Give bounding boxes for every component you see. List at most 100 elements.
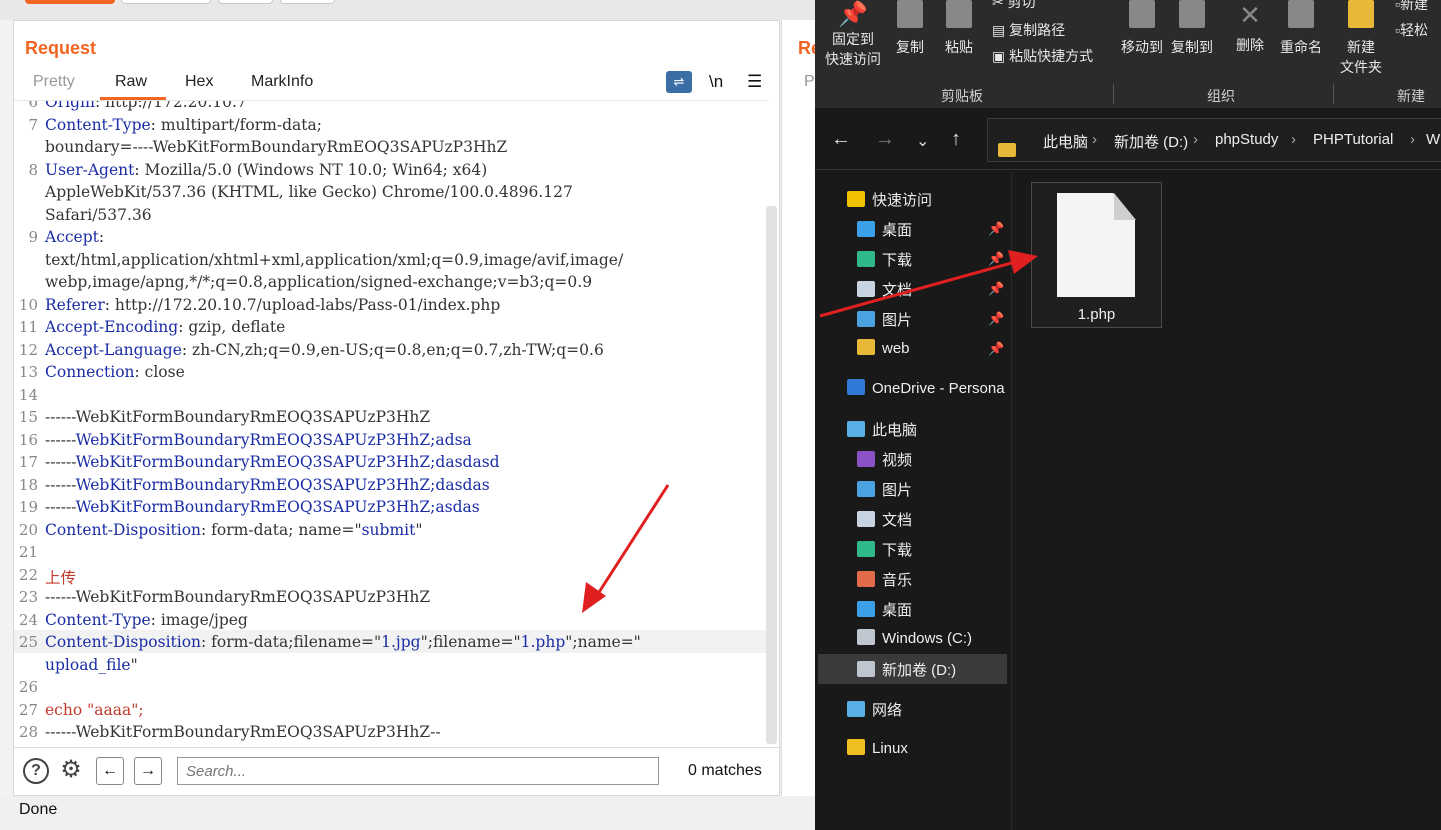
copy-button[interactable]: 复制 bbox=[893, 0, 927, 57]
code-token: webp,image/apng,*/*;q=0.8,application/si… bbox=[45, 273, 593, 291]
code-line: 上传 bbox=[45, 566, 76, 588]
recent-locations-chevron-icon[interactable]: ⌄ bbox=[916, 131, 929, 151]
new-item-button[interactable]: ▫新建 bbox=[1395, 0, 1428, 14]
search-input[interactable] bbox=[177, 757, 659, 785]
code-line: Content-Type: image/jpeg bbox=[45, 611, 248, 629]
code-line: ------WebKitFormBoundaryRmEOQ3SAPUzP3HhZ… bbox=[45, 476, 490, 494]
copy-to-button[interactable]: 复制到 bbox=[1169, 0, 1215, 57]
code-line: boundary=----WebKitFormBoundaryRmEOQ3SAP… bbox=[45, 138, 507, 156]
tab-markinfo[interactable]: MarkInfo bbox=[251, 73, 313, 91]
tree-item[interactable]: 桌面 bbox=[857, 599, 912, 620]
pin-quick-access-button[interactable]: 📌 固定到 快速访问 bbox=[823, 0, 883, 69]
tree-item[interactable]: 视频 bbox=[857, 449, 912, 470]
tree-item[interactable]: web bbox=[857, 339, 910, 357]
top-button-3[interactable] bbox=[218, 0, 273, 4]
tree-item[interactable]: 网络 bbox=[847, 699, 902, 720]
line-number: 20 bbox=[18, 520, 38, 539]
tree-item[interactable]: 文档 bbox=[857, 509, 912, 530]
tab-pretty[interactable]: Pretty bbox=[33, 73, 75, 91]
code-line: Connection: close bbox=[45, 363, 185, 381]
back-icon[interactable]: ← bbox=[831, 128, 851, 151]
newline-toggle[interactable]: \n bbox=[709, 72, 723, 92]
breadcrumb-item[interactable]: W bbox=[1426, 131, 1440, 148]
pin-icon[interactable]: 📌 bbox=[988, 251, 1004, 267]
tree-item[interactable]: Windows (C:) bbox=[857, 629, 972, 647]
next-match-button[interactable]: → bbox=[134, 757, 162, 785]
code-token: : http://172.20.10.7/upload-labs/Pass-01… bbox=[104, 295, 501, 314]
rename-button[interactable]: 重命名 bbox=[1277, 0, 1325, 57]
file-item[interactable]: 1.php bbox=[1031, 182, 1162, 328]
file-name: 1.php bbox=[1077, 306, 1116, 323]
code-token: : close bbox=[134, 363, 185, 381]
code-token: AppleWebKit/537.36 (KHTML, like Gecko) C… bbox=[45, 183, 573, 201]
top-button-4[interactable] bbox=[280, 0, 335, 4]
line-number: 15 bbox=[18, 408, 38, 426]
code-token: Accept bbox=[45, 228, 99, 246]
delete-button[interactable]: ✕ 删除 bbox=[1233, 0, 1267, 55]
easy-access-button[interactable]: ▫轻松 bbox=[1395, 20, 1428, 40]
tree-item[interactable]: 下载 bbox=[857, 249, 912, 270]
paste-shortcut-button[interactable]: ▣ 粘贴快捷方式 bbox=[992, 46, 1093, 66]
code-token: 上传 bbox=[45, 568, 77, 587]
tree-item[interactable]: OneDrive - Persona bbox=[847, 379, 1005, 397]
tree-item[interactable]: 此电脑 bbox=[847, 419, 917, 440]
tree-item[interactable]: 新加卷 (D:) bbox=[857, 659, 956, 680]
cut-button[interactable]: ✂ 剪切 bbox=[992, 0, 1036, 12]
copy-path-button[interactable]: ▤ 复制路径 bbox=[992, 20, 1065, 40]
code-line: Origin: http://172.20.10.7 bbox=[45, 101, 247, 111]
tree-item[interactable]: Linux bbox=[847, 739, 908, 757]
tree-item[interactable]: 图片 bbox=[857, 309, 912, 330]
tree-item[interactable]: 下载 bbox=[857, 539, 912, 560]
top-button-1[interactable] bbox=[25, 0, 115, 4]
pin-icon[interactable]: 📌 bbox=[988, 281, 1004, 297]
breadcrumb[interactable]: 此电脑 › 新加卷 (D:) › phpStudy › PHPTutorial … bbox=[987, 118, 1441, 162]
code-token: Connection bbox=[45, 363, 135, 381]
code-token: text/html,application/xhtml+xml,applicat… bbox=[45, 250, 624, 269]
tab-hex[interactable]: Hex bbox=[185, 73, 213, 91]
tree-item[interactable]: 桌面 bbox=[857, 219, 912, 240]
pin-icon[interactable]: 📌 bbox=[988, 341, 1004, 357]
wrap-lines-icon[interactable]: ⇌ bbox=[666, 71, 692, 93]
tree-item[interactable]: 文档 bbox=[857, 279, 912, 300]
code-token: : Mozilla/5.0 (Windows NT 10.0; Win64; x… bbox=[134, 160, 488, 179]
code-token: 1.php bbox=[520, 633, 566, 651]
second-tab-label[interactable]: P bbox=[804, 73, 815, 91]
tree-item[interactable]: 音乐 bbox=[857, 569, 912, 590]
tree-item[interactable]: 图片 bbox=[857, 479, 912, 500]
pin-icon[interactable]: 📌 bbox=[988, 221, 1004, 237]
code-token: " bbox=[130, 655, 138, 674]
breadcrumb-item[interactable]: phpStudy bbox=[1215, 131, 1278, 148]
paste-button[interactable]: 粘贴 bbox=[942, 0, 976, 57]
help-icon[interactable]: ? bbox=[23, 758, 49, 784]
forward-icon[interactable]: → bbox=[875, 128, 895, 151]
editor-scrollbar[interactable] bbox=[766, 206, 777, 744]
breadcrumb-item[interactable]: 此电脑 bbox=[1043, 131, 1088, 152]
code-line: webp,image/apng,*/*;q=0.8,application/si… bbox=[45, 273, 592, 291]
code-token: Safari/537.36 bbox=[45, 205, 152, 224]
new-folder-button[interactable]: 新建 文件夹 bbox=[1337, 0, 1385, 77]
line-number: 13 bbox=[18, 363, 38, 381]
code-line: Content-Type: multipart/form-data; bbox=[45, 116, 322, 134]
tab-raw[interactable]: Raw bbox=[115, 73, 147, 91]
tree-item[interactable]: 快速访问 bbox=[847, 189, 932, 210]
menu-icon[interactable]: ☰ bbox=[747, 72, 762, 92]
pin-icon[interactable]: 📌 bbox=[988, 311, 1004, 327]
request-editor[interactable]: 6 Origin: http://172.20.10.7 7 Content-Type… bbox=[14, 100, 769, 745]
line-number: 28 bbox=[18, 723, 38, 741]
code-token: submit bbox=[361, 520, 416, 539]
code-token: Referer bbox=[45, 295, 105, 314]
breadcrumb-item[interactable]: 新加卷 (D:) bbox=[1114, 131, 1188, 152]
delete-icon: ✕ bbox=[1239, 0, 1261, 30]
status-text: Done bbox=[19, 801, 58, 818]
group-clipboard: 剪贴板 bbox=[941, 88, 983, 104]
code-token: 1.jpg bbox=[381, 633, 421, 651]
tree-item-icon bbox=[847, 379, 865, 395]
breadcrumb-item[interactable]: PHPTutorial bbox=[1313, 131, 1393, 148]
previous-match-button[interactable]: ← bbox=[96, 757, 124, 785]
line-number: 16 bbox=[18, 430, 38, 449]
up-icon[interactable]: ↑ bbox=[951, 128, 961, 151]
move-to-button[interactable]: 移动到 bbox=[1119, 0, 1165, 57]
top-toolbar-strip bbox=[0, 0, 815, 20]
top-button-2[interactable] bbox=[121, 0, 211, 4]
settings-gear-icon[interactable]: ⚙ bbox=[58, 758, 84, 784]
